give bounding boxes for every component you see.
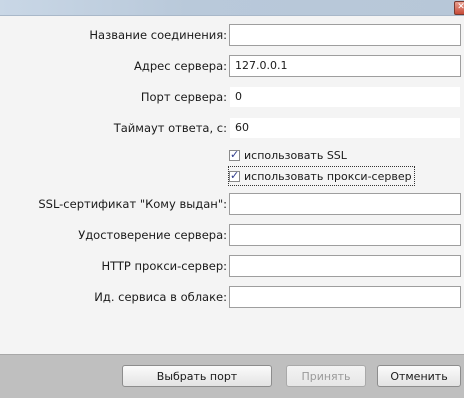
close-icon[interactable]: ✕ [454,1,464,15]
checkmark-icon: ✓ [230,168,240,182]
response-timeout-input[interactable]: 60 [229,117,461,139]
server-port-input[interactable]: 0 [229,86,461,108]
server-port-label: Порт сервера: [140,90,227,104]
use-ssl-label: использовать SSL [244,148,347,162]
cancel-button[interactable]: Отменить [377,365,461,387]
server-address-input[interactable]: 127.0.0.1 [229,55,461,77]
response-timeout-label: Таймаут ответа, с: [113,121,227,135]
connection-settings-form: Название соединения: Адрес сервера: 127.… [0,16,464,354]
cloud-service-id-input[interactable] [229,286,461,308]
title-bar: ✕ [0,0,464,16]
use-proxy-checkbox[interactable]: ✓ [229,168,240,182]
ssl-cert-issued-to-input[interactable] [229,193,461,215]
http-proxy-input[interactable] [229,255,461,277]
server-identity-input[interactable] [229,224,461,246]
use-proxy-label: использовать прокси-сервер [244,169,412,183]
use-ssl-checkbox[interactable]: ✓ [229,147,240,161]
dialog-footer: Выбрать порт Принять Отменить [0,354,464,398]
use-ssl-checkbox-row[interactable]: ✓ использовать SSL [229,146,347,164]
use-proxy-checkbox-row[interactable]: ✓ использовать прокси-сервер [228,166,415,186]
checkmark-icon: ✓ [230,147,240,161]
server-identity-label: Удостоверение сервера: [78,228,227,242]
connection-name-label: Название соединения: [89,28,227,42]
select-port-button[interactable]: Выбрать порт [122,365,272,387]
http-proxy-label: HTTP прокси-сервер: [101,259,227,273]
server-address-label: Адрес сервера: [134,59,227,73]
connection-name-input[interactable] [229,24,461,46]
cloud-service-id-label: Ид. сервиса в облаке: [94,290,227,304]
ssl-cert-issued-to-label: SSL-сертификат "Кому выдан": [38,197,227,211]
accept-button[interactable]: Принять [286,365,366,387]
